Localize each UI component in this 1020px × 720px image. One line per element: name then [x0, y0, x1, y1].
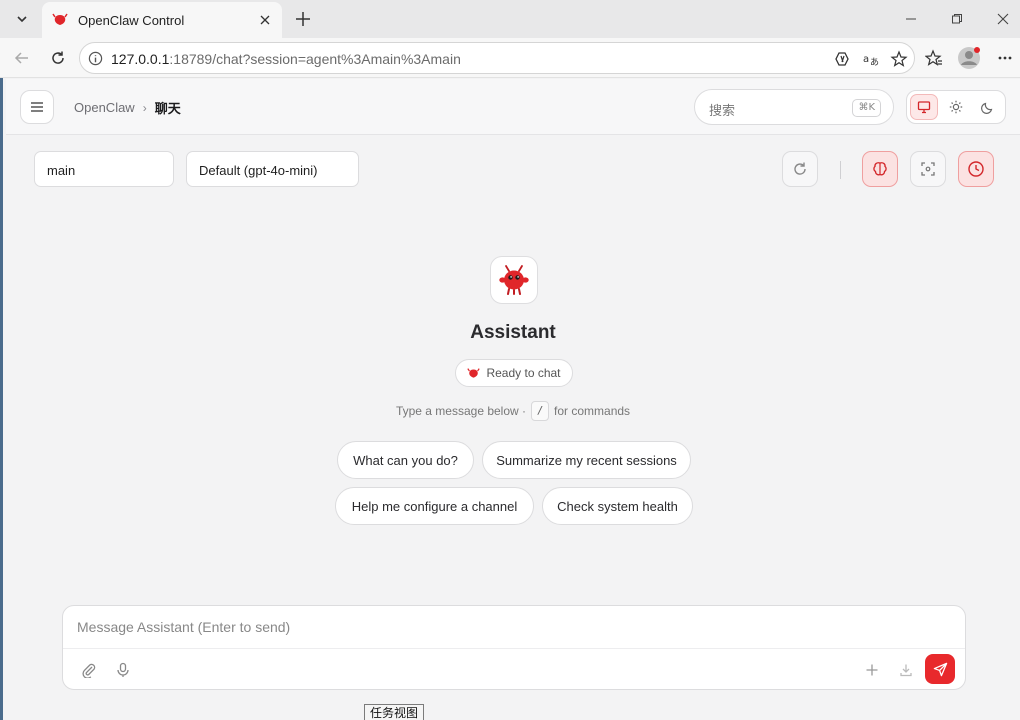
sidebar-toggle-button[interactable] [20, 90, 54, 124]
monitor-icon [917, 101, 931, 114]
message-composer [62, 605, 966, 690]
refresh-button[interactable] [782, 151, 818, 187]
command-hint: Type a message below · / for commands [6, 401, 1020, 421]
browser-tab-active[interactable]: OpenClaw Control [42, 2, 282, 38]
tab-title: OpenClaw Control [78, 12, 185, 28]
history-button[interactable] [958, 151, 994, 187]
hamburger-menu-icon [31, 102, 43, 112]
minimize-button[interactable] [897, 6, 925, 32]
reload-icon [52, 51, 64, 64]
lobster-logo-icon [467, 367, 481, 378]
copilot-button[interactable] [832, 48, 854, 70]
new-session-button[interactable] [860, 658, 884, 682]
star-icon [890, 50, 908, 67]
favorites-button[interactable] [921, 45, 947, 71]
assistant-name: Assistant [470, 322, 556, 343]
breadcrumb-current: 聊天 [154, 101, 181, 116]
info-icon [88, 51, 103, 66]
svg-text:a: a [863, 54, 869, 65]
restore-button[interactable] [943, 6, 971, 32]
new-tab-button[interactable] [290, 6, 316, 32]
search-input[interactable]: 搜索 ⌘K [694, 89, 894, 125]
search-placeholder: 搜索 [709, 103, 736, 118]
url-host: 127.0.0.1 [111, 51, 170, 67]
theme-system-button[interactable] [910, 94, 938, 120]
status-text: Ready to chat [486, 366, 561, 380]
focus-scan-icon [921, 162, 935, 176]
tab-close-button[interactable] [256, 11, 274, 29]
slash-key-badge: / [531, 401, 550, 421]
restore-icon [952, 14, 962, 24]
openclaw-app: OpenClaw › 聊天 搜索 ⌘K main Default (gpt-4o… [6, 79, 1020, 720]
back-button[interactable] [8, 44, 36, 72]
theme-light-button[interactable] [942, 94, 970, 120]
profile-button[interactable] [956, 45, 982, 71]
theme-switcher [906, 90, 1006, 124]
suggestion-chip-system-health[interactable]: Check system health [542, 487, 693, 525]
svg-text:あ: あ [870, 57, 879, 68]
lobster-logo-icon [52, 13, 68, 25]
favorite-button[interactable] [888, 48, 910, 70]
breadcrumb: OpenClaw › 聊天 [74, 98, 181, 117]
minimize-icon [906, 18, 916, 20]
theme-dark-button[interactable] [974, 94, 1002, 120]
more-menu-button[interactable] [992, 45, 1018, 71]
send-icon [933, 662, 947, 676]
suggestion-chip-what-can-you-do[interactable]: What can you do? [337, 441, 474, 479]
chevron-down-icon [17, 16, 27, 23]
attach-button[interactable] [77, 658, 101, 682]
search-shortcut-badge: ⌘K [852, 99, 881, 117]
url-text: 127.0.0.1:18789/chat?session=agent%3Amai… [111, 51, 461, 67]
address-bar[interactable]: 127.0.0.1:18789/chat?session=agent%3Amai… [79, 42, 915, 74]
breadcrumb-root[interactable]: OpenClaw [74, 100, 135, 115]
plus-icon [296, 12, 310, 26]
translate-button[interactable]: aあ [860, 48, 882, 70]
suggestion-chip-summarize-sessions[interactable]: Summarize my recent sessions [482, 441, 691, 479]
reload-button[interactable] [44, 44, 72, 72]
microphone-icon [117, 662, 129, 677]
taskbar-tooltip: 任务视图 [364, 704, 425, 720]
close-icon [997, 13, 1009, 25]
message-input[interactable] [77, 619, 947, 635]
lobster-mascot-icon [499, 265, 529, 295]
avatar-icon [958, 47, 980, 69]
send-button[interactable] [925, 654, 955, 684]
close-window-button[interactable] [989, 6, 1017, 32]
browser-tab-strip: OpenClaw Control [0, 0, 1020, 38]
browser-toolbar: 127.0.0.1:18789/chat?session=agent%3Amai… [0, 38, 1020, 78]
voice-input-button[interactable] [111, 658, 135, 682]
more-dots-icon [998, 56, 1012, 60]
hint-after: for commands [554, 404, 631, 418]
moon-icon [981, 102, 993, 114]
status-badge: Ready to chat [455, 359, 573, 387]
focus-mode-button[interactable] [910, 151, 946, 187]
desktop-edge [0, 38, 3, 720]
breadcrumb-separator: › [142, 100, 147, 115]
export-button[interactable] [894, 658, 918, 682]
tab-list-button[interactable] [7, 5, 37, 33]
arrow-left-icon [14, 52, 28, 64]
model-select[interactable]: Default (gpt-4o-mini) [186, 151, 359, 187]
toolbar-divider [840, 161, 841, 179]
refresh-icon [794, 162, 806, 175]
translate-icon: aあ [863, 54, 879, 68]
sun-icon [949, 100, 963, 114]
copilot-icon [835, 52, 849, 66]
plus-icon [866, 664, 878, 676]
thinking-toggle-button[interactable] [862, 151, 898, 187]
hint-before: Type a message below · [395, 404, 527, 418]
favorites-star-icon [925, 49, 942, 66]
brain-icon [873, 162, 887, 176]
paperclip-icon [82, 663, 96, 678]
session-select[interactable]: main [34, 151, 174, 187]
close-icon [260, 15, 270, 25]
download-icon [900, 664, 912, 677]
clock-icon [968, 161, 984, 177]
app-header: OpenClaw › 聊天 搜索 ⌘K [6, 79, 1020, 135]
composer-divider [63, 648, 965, 649]
url-path: :18789/chat?session=agent%3Amain%3Amain [169, 51, 461, 67]
suggestion-chip-configure-channel[interactable]: Help me configure a channel [335, 487, 534, 525]
assistant-avatar [490, 256, 538, 304]
